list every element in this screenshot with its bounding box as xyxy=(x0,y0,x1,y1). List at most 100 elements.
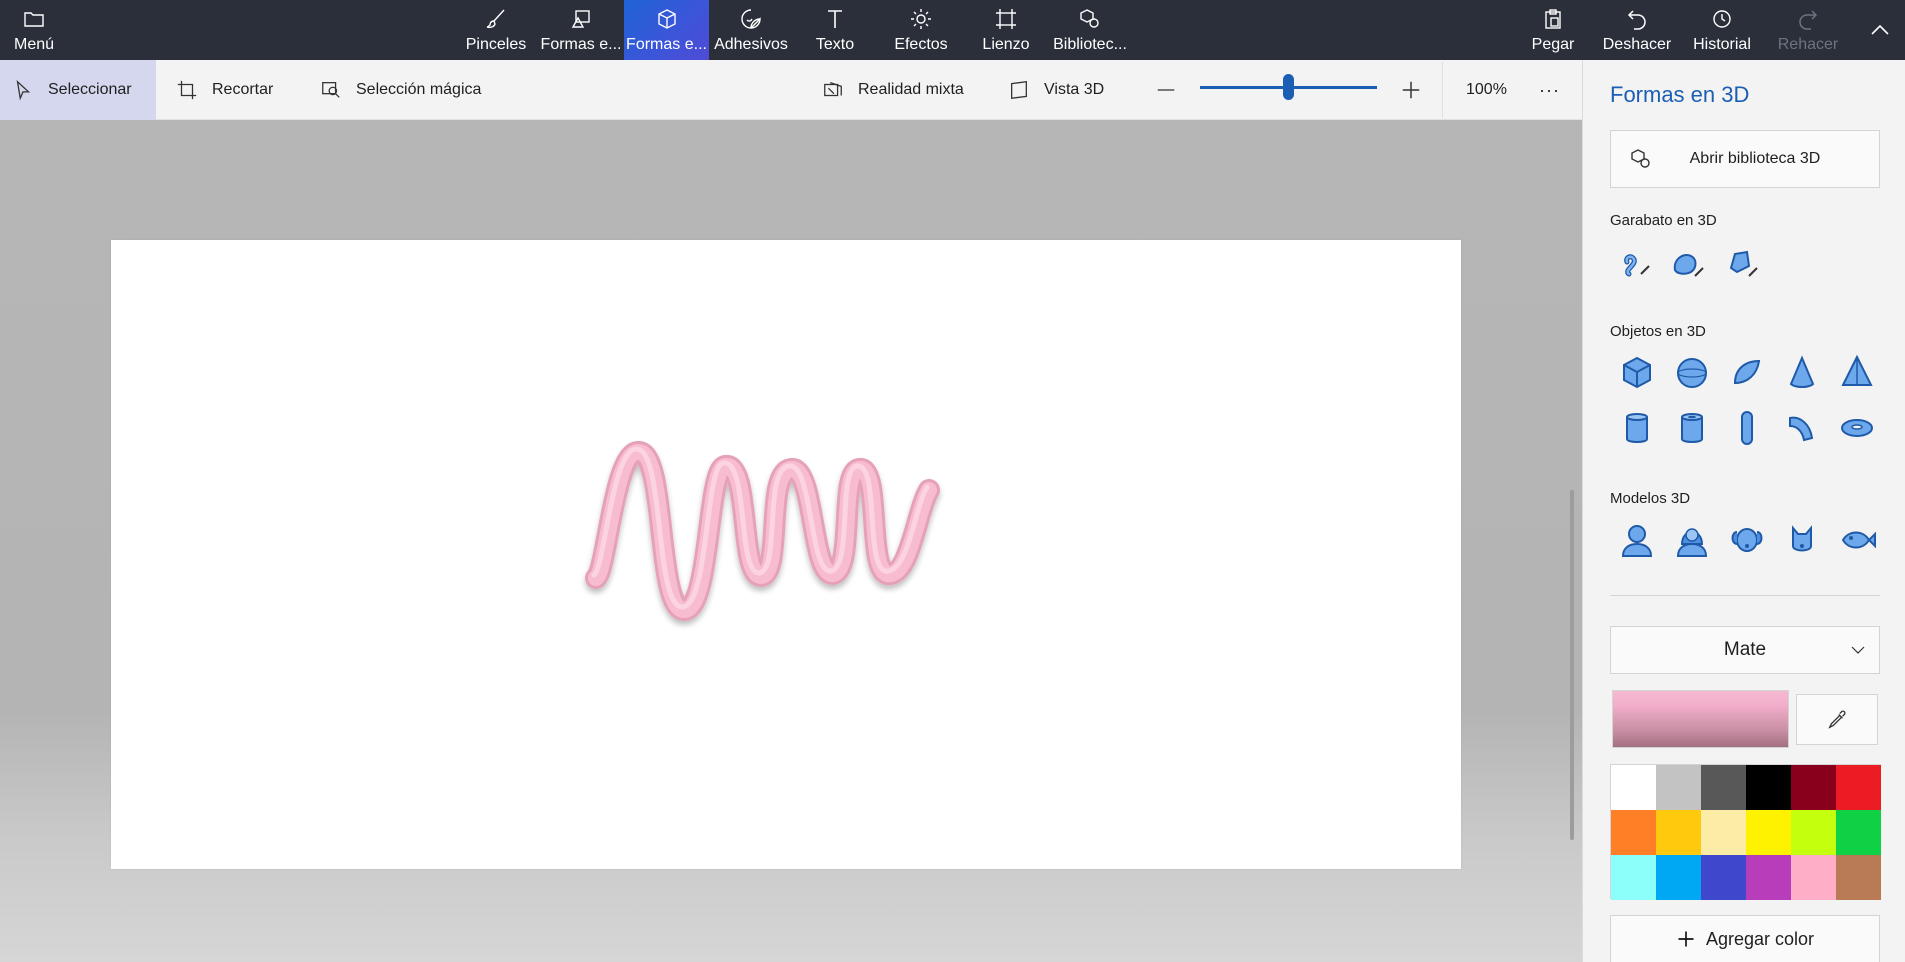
view-3d-label: Vista 3D xyxy=(1044,81,1105,98)
paste-button[interactable]: Pegar xyxy=(1523,0,1583,60)
tool-text[interactable]: Texto xyxy=(800,0,870,60)
plus-icon xyxy=(1678,931,1694,947)
menu-button[interactable]: Menú xyxy=(0,0,68,60)
mixed-reality-label: Realidad mixta xyxy=(858,81,964,98)
crop-icon xyxy=(177,80,197,100)
soft-edge-doodle-icon[interactable] xyxy=(1669,242,1709,282)
canvas-icon xyxy=(996,8,1016,29)
color-swatch[interactable] xyxy=(1701,855,1746,900)
tool-3d-shapes-label: Formas e... xyxy=(626,35,707,53)
add-color-button[interactable]: Agregar color xyxy=(1610,915,1880,962)
menu-label: Menú xyxy=(13,35,55,53)
color-swatch[interactable] xyxy=(1836,810,1881,855)
sharp-edge-doodle-icon[interactable] xyxy=(1615,242,1655,282)
eyedropper-icon xyxy=(1828,710,1846,729)
crop-button[interactable]: Recortar xyxy=(176,60,273,120)
tool-effects[interactable]: Efectos xyxy=(886,0,956,60)
zoom-out-button[interactable] xyxy=(1155,60,1177,120)
mixed-reality-icon xyxy=(824,82,842,97)
undo-icon xyxy=(1627,9,1646,30)
brush-icon xyxy=(486,9,505,28)
material-dropdown[interactable]: Mate xyxy=(1610,626,1880,674)
color-swatch[interactable] xyxy=(1746,855,1791,900)
cat-model-icon[interactable] xyxy=(1782,520,1822,560)
fish-model-icon[interactable] xyxy=(1837,520,1877,560)
workspace[interactable] xyxy=(0,120,1582,962)
tool-text-label: Texto xyxy=(815,35,855,53)
drawing-canvas[interactable] xyxy=(111,240,1461,869)
color-swatch[interactable] xyxy=(1836,765,1881,810)
donut-icon[interactable] xyxy=(1837,408,1877,448)
man-model-icon[interactable] xyxy=(1617,520,1657,560)
paste-label: Pegar xyxy=(1531,35,1575,53)
color-swatch[interactable] xyxy=(1791,810,1836,855)
redo-icon xyxy=(1799,9,1818,30)
zoom-in-button[interactable] xyxy=(1400,60,1422,120)
sphere-icon[interactable] xyxy=(1672,353,1712,393)
color-swatch[interactable] xyxy=(1656,810,1701,855)
3d-shapes-panel: Formas en 3D Abrir biblioteca 3D Garabat… xyxy=(1582,60,1905,962)
toolbar-divider xyxy=(1442,62,1443,118)
cone-icon[interactable] xyxy=(1782,353,1822,393)
tube-doodle-icon[interactable] xyxy=(1723,242,1763,282)
woman-model-icon[interactable] xyxy=(1672,520,1712,560)
doodle-section-label: Garabato en 3D xyxy=(1610,212,1717,229)
more-options-button[interactable]: ··· xyxy=(1539,60,1560,120)
zoom-slider-thumb[interactable] xyxy=(1283,74,1294,100)
color-swatch[interactable] xyxy=(1791,765,1836,810)
color-swatch[interactable] xyxy=(1611,765,1656,810)
dog-model-icon[interactable] xyxy=(1727,520,1767,560)
color-swatch[interactable] xyxy=(1656,765,1701,810)
magic-select-button[interactable]: Selección mágica xyxy=(320,60,481,120)
effects-icon xyxy=(911,8,931,29)
color-swatch[interactable] xyxy=(1611,855,1656,900)
color-swatch[interactable] xyxy=(1611,810,1656,855)
redo-button[interactable]: Rehacer xyxy=(1773,0,1843,60)
color-swatch[interactable] xyxy=(1746,765,1791,810)
zoom-percentage[interactable]: 100% xyxy=(1466,60,1507,120)
cube-icon[interactable] xyxy=(1617,353,1657,393)
tool-3d-library[interactable]: Bibliotec... xyxy=(1052,0,1128,60)
color-swatch[interactable] xyxy=(1701,765,1746,810)
capsule-icon[interactable] xyxy=(1727,408,1767,448)
models-section-label: Modelos 3D xyxy=(1610,490,1691,507)
undo-label: Deshacer xyxy=(1602,35,1672,53)
curved-tube-icon[interactable] xyxy=(1782,408,1822,448)
tool-stickers-label: Adhesivos xyxy=(714,35,788,53)
vertical-scrollbar[interactable] xyxy=(1570,490,1574,840)
eyedropper-button[interactable] xyxy=(1796,694,1878,745)
3d-shapes-icon xyxy=(657,8,676,29)
tube-icon[interactable] xyxy=(1672,408,1712,448)
pyramid-icon[interactable] xyxy=(1837,353,1877,393)
mixed-reality-button[interactable]: Realidad mixta xyxy=(822,60,964,120)
tool-3d-shapes[interactable]: Formas e... xyxy=(624,0,709,60)
secondary-toolbar: Seleccionar Recortar Selección mágica Re… xyxy=(0,60,1582,120)
sticker-icon xyxy=(741,8,761,29)
collapse-button[interactable] xyxy=(1860,0,1900,60)
color-swatch[interactable] xyxy=(1701,810,1746,855)
current-color-swatch[interactable] xyxy=(1612,690,1789,748)
undo-button[interactable]: Deshacer xyxy=(1599,0,1675,60)
open-3d-library-button[interactable]: Abrir biblioteca 3D xyxy=(1610,130,1880,188)
color-swatch[interactable] xyxy=(1836,855,1881,900)
3d-library-icon xyxy=(1080,8,1099,28)
tool-canvas[interactable]: Lienzo xyxy=(972,0,1040,60)
cylinder-icon[interactable] xyxy=(1617,408,1657,448)
color-swatch[interactable] xyxy=(1746,810,1791,855)
plus-icon xyxy=(1402,81,1420,99)
history-button[interactable]: Historial xyxy=(1686,0,1758,60)
view-3d-button[interactable]: Vista 3D xyxy=(1008,60,1104,120)
magic-select-label: Selección mágica xyxy=(356,81,482,98)
objects-section-label: Objetos en 3D xyxy=(1610,323,1706,340)
hemisphere-icon[interactable] xyxy=(1727,353,1767,393)
select-button[interactable]: Seleccionar xyxy=(0,60,156,120)
color-palette xyxy=(1610,764,1881,900)
tool-brushes[interactable]: Pinceles xyxy=(462,0,530,60)
tool-stickers[interactable]: Adhesivos xyxy=(713,0,789,60)
tool-2d-shapes[interactable]: Formas e... xyxy=(540,0,622,60)
color-swatch[interactable] xyxy=(1656,855,1701,900)
material-value: Mate xyxy=(1723,639,1767,660)
color-swatch[interactable] xyxy=(1791,855,1836,900)
chevron-up-icon xyxy=(1871,24,1889,35)
3d-doodle-spring[interactable] xyxy=(111,240,1461,869)
